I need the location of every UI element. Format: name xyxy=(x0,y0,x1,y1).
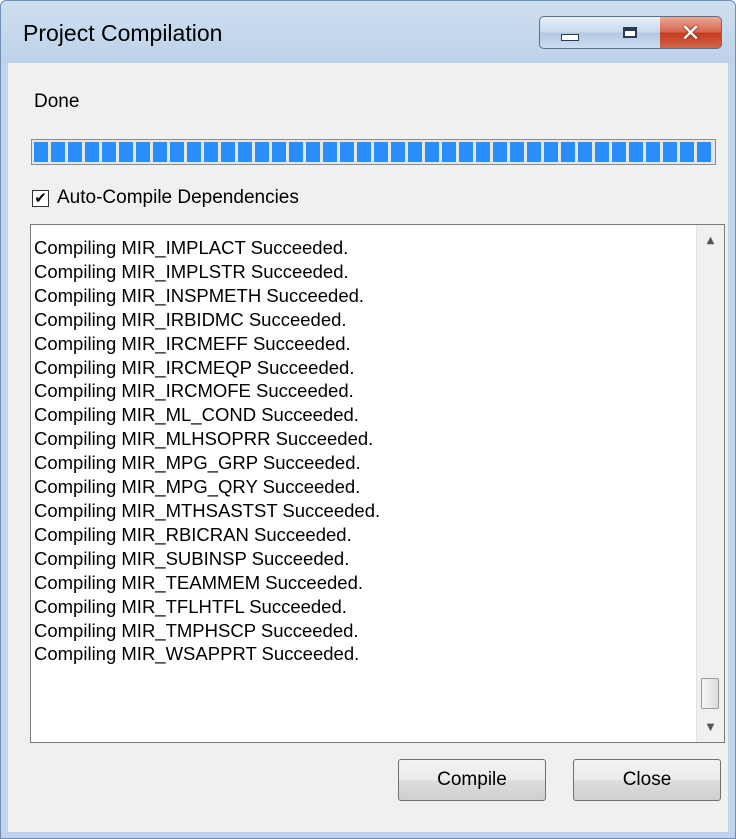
log-lines: Compiling MIR_IMPLACT Succeeded. Compilin… xyxy=(34,236,694,666)
log-line: Compiling MIR_IRCMOFE Succeeded. xyxy=(34,380,354,402)
dialog-body: Done ✔ Auto-Compile Dependencies Compili… xyxy=(8,63,728,832)
auto-compile-label[interactable]: Auto-Compile Dependencies xyxy=(57,187,299,209)
compile-log[interactable]: Compiling MIR_IMPLACT Succeeded. Compilin… xyxy=(30,224,725,743)
project-compilation-window: Project Compilation ✕ Done ✔ Auto-Compil… xyxy=(0,0,736,839)
log-line: Compiling MIR_RBICRAN Succeeded. xyxy=(34,523,352,545)
minimize-button[interactable] xyxy=(539,16,600,49)
progress-fill xyxy=(34,142,713,162)
scroll-down-button[interactable]: ▼ xyxy=(697,712,724,742)
scroll-thumb[interactable] xyxy=(701,678,719,709)
log-line: Compiling MIR_SUBINSP Succeeded. xyxy=(34,547,350,569)
scroll-up-arrow-icon: ▲ xyxy=(706,234,715,246)
minimize-icon xyxy=(560,34,579,41)
close-window-button[interactable]: ✕ xyxy=(660,16,722,49)
title-bar[interactable]: Project Compilation ✕ xyxy=(1,1,735,63)
log-line: Compiling MIR_MTHSASTST Succeeded. xyxy=(34,499,381,521)
log-line: Compiling MIR_TEAMMEM Succeeded. xyxy=(34,571,363,593)
close-icon: ✕ xyxy=(680,18,701,47)
log-line: Compiling MIR_MPG_QRY Succeeded. xyxy=(34,476,361,498)
auto-compile-checkbox[interactable]: ✔ xyxy=(32,189,49,207)
status-text: Done xyxy=(34,91,80,112)
log-line: Compiling MIR_MPG_GRP Succeeded. xyxy=(34,452,361,474)
maximize-button[interactable] xyxy=(599,16,661,49)
progress-bar xyxy=(31,139,716,165)
scroll-down-arrow-icon: ▼ xyxy=(706,721,715,733)
window-title: Project Compilation xyxy=(23,20,223,46)
maximize-icon xyxy=(622,27,637,38)
log-line: Compiling MIR_IMPLSTR Succeeded. xyxy=(34,260,349,282)
scroll-up-button[interactable]: ▲ xyxy=(697,225,724,255)
log-line: Compiling MIR_TFLHTFL Succeeded. xyxy=(34,595,347,617)
close-button[interactable]: Close xyxy=(573,759,721,801)
log-scrollbar[interactable]: ▲ ▼ xyxy=(696,225,724,742)
log-line: Compiling MIR_IRCMEFF Succeeded. xyxy=(34,332,351,354)
log-line: Compiling MIR_IMPLACT Succeeded. xyxy=(34,237,349,258)
log-line: Compiling MIR_TMPHSCP Succeeded. xyxy=(34,619,359,641)
log-line: Compiling MIR_MLHSOPRR Succeeded. xyxy=(34,428,374,450)
log-line: Compiling MIR_IRBIDMC Succeeded. xyxy=(34,308,347,330)
compile-button[interactable]: Compile xyxy=(398,759,546,801)
log-line: Compiling MIR_IRCMEQP Succeeded. xyxy=(34,356,355,378)
log-line: Compiling MIR_INSPMETH Succeeded. xyxy=(34,284,365,306)
log-line: Compiling MIR_WSAPPRT Succeeded. xyxy=(34,643,360,665)
auto-compile-option[interactable]: ✔ Auto-Compile Dependencies xyxy=(32,187,299,209)
log-line: Compiling MIR_ML_COND Succeeded. xyxy=(34,404,359,426)
